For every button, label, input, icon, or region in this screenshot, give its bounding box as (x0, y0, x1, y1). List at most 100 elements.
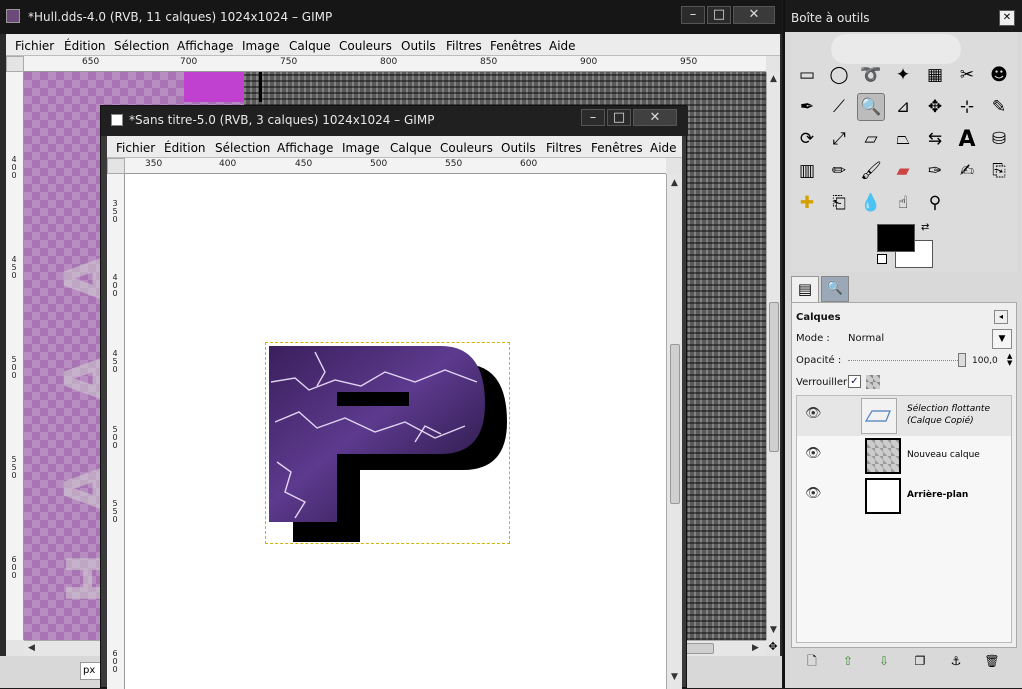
menu-couleurs[interactable]: Couleurs (339, 39, 392, 53)
layer-row-arriere-plan[interactable]: 👁 Arrière-plan (797, 476, 1011, 516)
anchor-layer-icon[interactable]: ⚓ (947, 653, 965, 669)
minimize-icon[interactable]: – (581, 109, 605, 126)
duplicate-layer-icon[interactable]: ❐ (911, 653, 929, 669)
opacity-slider-track[interactable] (848, 360, 964, 361)
menu-image[interactable]: Image (242, 39, 280, 53)
blend-icon[interactable]: ▥ (793, 157, 821, 185)
foreground-select-icon[interactable]: ☻ (985, 61, 1013, 89)
blur-icon[interactable]: 💧 (857, 189, 885, 217)
foreground-color-swatch[interactable] (877, 224, 915, 252)
scroll-thumb[interactable] (670, 344, 680, 504)
paintbrush-icon[interactable]: 🖌 (857, 157, 885, 185)
title-bar[interactable]: Boîte à outils ✕ (785, 0, 1022, 32)
heal-icon[interactable]: ✚ (793, 189, 821, 217)
navigate-icon[interactable]: ✥ (766, 640, 780, 656)
ruler-corner[interactable] (6, 56, 24, 72)
close-icon[interactable]: ✕ (633, 109, 677, 126)
measure-icon[interactable]: ⊿ (889, 93, 917, 121)
lock-alpha-icon[interactable] (866, 375, 880, 389)
zoom-icon[interactable]: 🔍 (857, 93, 885, 121)
mode-select[interactable]: Normal ▼ (846, 329, 1012, 349)
scroll-thumb[interactable] (769, 302, 779, 452)
maximize-icon[interactable]: □ (707, 6, 731, 24)
menu-selection[interactable]: Sélection (114, 39, 169, 53)
menu-edition[interactable]: Édition (164, 141, 206, 155)
floating-selection-boundary[interactable] (265, 342, 510, 544)
vertical-scrollbar[interactable]: ▲ ▼ (766, 72, 780, 640)
rotate-icon[interactable]: ⟳ (793, 125, 821, 153)
airbrush-icon[interactable]: ✑ (921, 157, 949, 185)
menu-fichier[interactable]: Fichier (15, 39, 54, 53)
swap-colors-icon[interactable]: ⇄ (921, 222, 929, 233)
chevron-down-icon[interactable]: ▼ (992, 329, 1012, 349)
default-colors-icon[interactable] (877, 254, 887, 264)
menu-outils[interactable]: Outils (401, 39, 436, 53)
menu-filtres[interactable]: Filtres (546, 141, 582, 155)
flip-icon[interactable]: ⇆ (921, 125, 949, 153)
ink-icon[interactable]: ✍ (953, 157, 981, 185)
clone-icon[interactable]: ⎘ (985, 157, 1013, 185)
unit-selector[interactable]: px (80, 662, 102, 680)
menu-edition[interactable]: Édition (64, 39, 106, 53)
color-select-icon[interactable]: ▦ (921, 61, 949, 89)
menu-fichier[interactable]: Fichier (116, 141, 155, 155)
text-icon[interactable]: A (953, 125, 981, 153)
visibility-eye-icon[interactable]: 👁 (805, 486, 822, 501)
raise-layer-icon[interactable]: ⇧ (839, 653, 857, 669)
pencil-icon[interactable]: ✏ (825, 157, 853, 185)
opacity-slider-handle[interactable] (958, 353, 966, 367)
menu-calque[interactable]: Calque (289, 39, 331, 53)
lower-layer-icon[interactable]: ⇩ (875, 653, 893, 669)
menu-outils[interactable]: Outils (501, 141, 536, 155)
close-icon[interactable]: ✕ (999, 10, 1015, 26)
close-icon[interactable]: ✕ (733, 6, 775, 24)
visibility-eye-icon[interactable]: 👁 (805, 446, 822, 461)
visibility-eye-icon[interactable]: 👁 (805, 406, 822, 421)
tab-menu-icon[interactable]: ◂ (994, 310, 1008, 324)
menu-aide[interactable]: Aide (549, 39, 576, 53)
quick-mask-icon[interactable] (6, 640, 24, 656)
paths-icon[interactable]: ✒ (793, 93, 821, 121)
new-layer-icon[interactable]: 🗋 (803, 653, 821, 669)
smudge-icon[interactable]: ☝ (889, 189, 917, 217)
lasso-icon[interactable]: ➰ (857, 61, 885, 89)
menu-selection[interactable]: Sélection (215, 141, 270, 155)
ruler-corner[interactable] (107, 158, 125, 174)
menu-fenetres[interactable]: Fenêtres (490, 39, 542, 53)
menu-affichage[interactable]: Affichage (277, 141, 333, 155)
bucket-fill-icon[interactable]: ⛁ (985, 125, 1013, 153)
title-bar[interactable]: *Hull.dds-4.0 (RVB, 11 calques) 1024x102… (0, 0, 782, 34)
scale-icon[interactable]: ⤢ (825, 125, 853, 153)
delete-layer-icon[interactable]: 🗑 (983, 653, 1001, 669)
menu-fenetres[interactable]: Fenêtres (591, 141, 643, 155)
layer-row-selection-flottante[interactable]: 👁 Sélection flottante (Calque Copié) (797, 396, 1011, 436)
maximize-icon[interactable]: □ (607, 109, 631, 126)
tab-layers[interactable]: ▤ (791, 276, 819, 302)
menu-couleurs[interactable]: Couleurs (440, 141, 493, 155)
crop-icon[interactable]: ✎ (985, 93, 1013, 121)
fuzzy-select-icon[interactable]: ✦ (889, 61, 917, 89)
menu-aide[interactable]: Aide (650, 141, 677, 155)
zoom-toggle-icon[interactable] (766, 56, 780, 72)
align-icon[interactable]: ⊹ (953, 93, 981, 121)
scissors-icon[interactable]: ✂ (953, 61, 981, 89)
tab-navigation[interactable]: 🔍 (821, 276, 849, 302)
dodge-burn-icon[interactable]: ⚲ (921, 189, 949, 217)
layer-row-nouveau-calque[interactable]: 👁 Nouveau calque (797, 436, 1011, 476)
perspective-icon[interactable]: ⏢ (889, 125, 917, 153)
move-icon[interactable]: ✥ (921, 93, 949, 121)
rect-select-icon[interactable]: ▭ (793, 61, 821, 89)
menu-calque[interactable]: Calque (390, 141, 432, 155)
image-canvas-sans-titre[interactable] (125, 174, 666, 689)
menu-affichage[interactable]: Affichage (177, 39, 233, 53)
zoom-toggle-icon[interactable] (666, 158, 682, 174)
title-bar[interactable]: *Sans titre-5.0 (RVB, 3 calques) 1024x10… (101, 106, 688, 136)
opacity-value[interactable]: 100,0 (972, 356, 998, 366)
opacity-spinner-icon[interactable]: ▲ ▼ (1007, 353, 1012, 367)
minimize-icon[interactable]: – (681, 6, 705, 24)
menu-filtres[interactable]: Filtres (446, 39, 482, 53)
ellipse-select-icon[interactable]: ◯ (825, 61, 853, 89)
eraser-icon[interactable]: ▰ (889, 157, 917, 185)
shear-icon[interactable]: ▱ (857, 125, 885, 153)
perspective-clone-icon[interactable]: ⎗ (825, 189, 853, 217)
